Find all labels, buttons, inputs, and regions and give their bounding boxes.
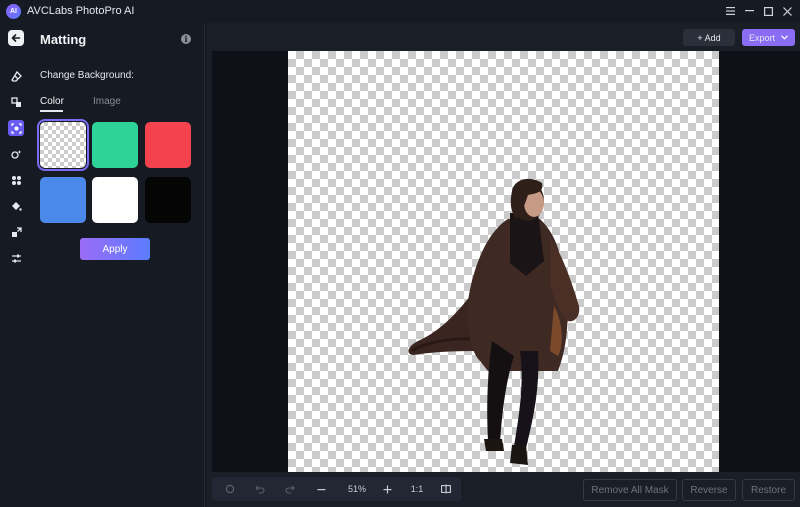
minimize-icon[interactable] — [741, 3, 757, 19]
matting-icon[interactable] — [8, 120, 24, 136]
change-background-label: Change Background: — [40, 70, 134, 81]
info-icon[interactable]: i — [181, 34, 191, 44]
menu-icon[interactable] — [722, 3, 738, 19]
reverse-button[interactable]: Reverse — [682, 479, 736, 501]
remove-all-mask-button[interactable]: Remove All Mask — [583, 479, 677, 501]
eraser-icon[interactable] — [8, 68, 24, 84]
swatch-black[interactable] — [145, 177, 191, 223]
zoom-out-icon[interactable] — [313, 481, 329, 497]
add-button[interactable]: + Add — [683, 29, 735, 46]
export-button[interactable]: Export — [742, 29, 795, 46]
canvas-area — [212, 51, 800, 472]
actual-size-button[interactable]: 1:1 — [405, 481, 429, 497]
swatch-white[interactable] — [92, 177, 138, 223]
subject-person-cutout — [408, 178, 580, 465]
restore-button[interactable]: Restore — [742, 479, 795, 501]
swatch-red[interactable] — [145, 122, 191, 168]
panel-title: Matting — [40, 32, 87, 47]
paint-bucket-icon[interactable] — [8, 198, 24, 214]
zoom-level: 51% — [347, 484, 366, 494]
compare-icon[interactable] — [438, 481, 454, 497]
maximize-icon[interactable] — [760, 3, 776, 19]
bottom-toolbar: 51% 1:1 — [212, 477, 461, 501]
tab-color[interactable]: Color — [40, 96, 64, 107]
redo-icon[interactable] — [282, 481, 298, 497]
colorize-icon[interactable] — [8, 172, 24, 188]
close-icon[interactable] — [779, 3, 795, 19]
apply-button[interactable]: Apply — [80, 238, 150, 260]
upscale-icon[interactable] — [8, 224, 24, 240]
app-title: AVCLabs PhotoPro AI — [27, 5, 135, 17]
app-logo: AI — [6, 4, 21, 19]
swatch-transparent[interactable] — [37, 119, 89, 171]
tool-rail — [0, 23, 32, 507]
matting-panel: Matting i Change Background: Color Image… — [32, 23, 205, 507]
workspace: + Add Export 51% 1:1 Remove All Mask Rev… — [206, 23, 800, 507]
tab-image[interactable]: Image — [93, 96, 121, 107]
undo-icon[interactable] — [252, 481, 268, 497]
zoom-in-icon[interactable] — [379, 481, 395, 497]
title-bar: AI AVCLabs PhotoPro AI — [0, 0, 800, 23]
chevron-down-icon — [781, 35, 788, 40]
back-arrow-icon[interactable] — [8, 30, 24, 46]
adjust-sliders-icon[interactable] — [8, 250, 24, 266]
object-remove-icon[interactable] — [8, 94, 24, 110]
reset-icon[interactable] — [222, 481, 238, 497]
swatch-green[interactable] — [92, 122, 138, 168]
active-tab-indicator — [40, 110, 63, 112]
app-logo-text: AI — [10, 8, 17, 15]
image-canvas[interactable] — [288, 51, 719, 472]
swatch-blue[interactable] — [40, 177, 86, 223]
export-label: Export — [748, 32, 775, 43]
face-enhance-icon[interactable] — [8, 146, 24, 162]
